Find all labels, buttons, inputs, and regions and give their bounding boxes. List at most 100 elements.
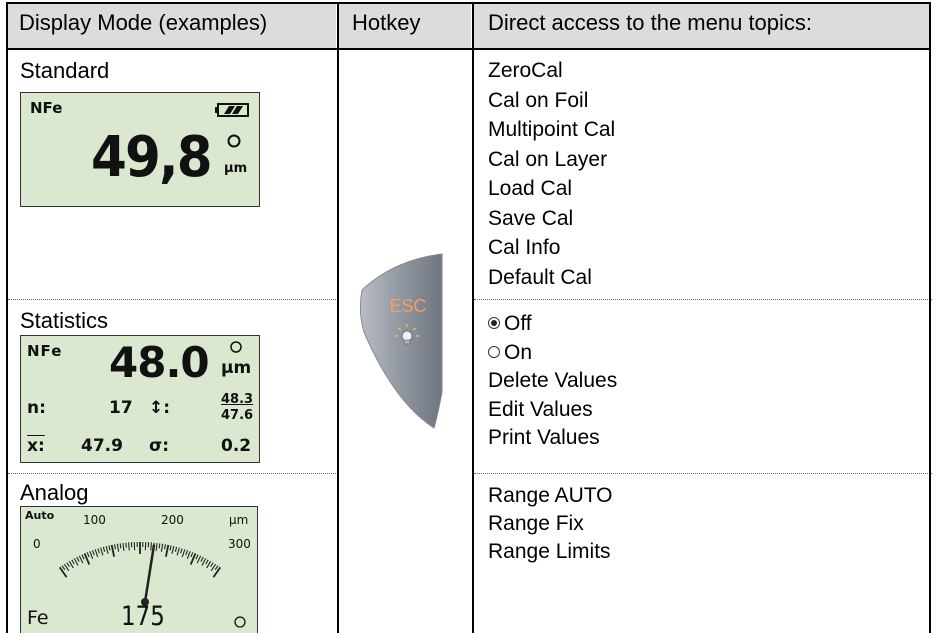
menu-item-edit-values[interactable]: Edit Values (488, 396, 617, 425)
lcd-min-value: 47.6 (221, 408, 254, 423)
gauge-tick (190, 552, 194, 558)
menu-item-zerocal[interactable]: ZeroCal (488, 56, 615, 86)
status-circle-icon (234, 616, 246, 628)
menu-item-save-cal[interactable]: Save Cal (488, 204, 615, 234)
standard-lcd-display: NFe 49,8 µm (20, 92, 260, 207)
gauge-tick (122, 542, 125, 552)
status-circle-icon (230, 341, 242, 353)
gauge-tick (210, 562, 214, 568)
col-divider-1 (337, 2, 339, 633)
menu-item-load-cal[interactable]: Load Cal (488, 174, 615, 204)
gauge-tick (200, 556, 204, 562)
gauge-tick (176, 547, 180, 556)
gauge-tick (195, 554, 199, 560)
gauge-tick (78, 555, 84, 564)
esc-hotkey-button[interactable]: ESC (354, 252, 450, 432)
header-hotkey: Hotkey (352, 10, 421, 35)
gauge-tick (158, 543, 161, 549)
gauge-tick (128, 542, 130, 551)
lcd-unit: µm (224, 161, 248, 176)
gauge-tick (180, 548, 183, 554)
lcd-sigma-value: 0.2 (221, 436, 252, 456)
statistics-lcd-display: NFe 48.0 µm n: 17 ↕: 48.3 47.6 x: 47.9 σ… (20, 335, 260, 463)
menu-item-range-auto[interactable]: Range AUTO (488, 482, 613, 510)
gauge-needle (143, 544, 156, 603)
gauge-tick (102, 546, 106, 552)
mode-statistics-title: Statistics (20, 308, 109, 333)
menu-item-multipoint-cal[interactable]: Multipoint Cal (488, 115, 615, 145)
standard-menu-list: ZeroCal Cal on Foil Multipoint Cal Cal o… (488, 56, 615, 292)
gauge-tick (185, 550, 189, 556)
lcd-range-symbol: ↕: (149, 398, 171, 418)
lcd-mean-value: 47.9 (81, 436, 123, 456)
lcd-max-value: 48.3 (221, 392, 254, 407)
menu-item-range-limits[interactable]: Range Limits (488, 538, 613, 566)
lcd-material-label: NFe (27, 342, 63, 360)
mode-standard-title: Standard (20, 58, 110, 83)
statistics-menu-list: Off On Delete Values Edit Values Print V… (488, 310, 617, 453)
gauge-tick (155, 542, 158, 552)
row-divider-1 (8, 299, 338, 300)
gauge-tick (214, 565, 219, 571)
analog-menu-list: Range AUTO Range Fix Range Limits (488, 482, 613, 566)
display-mode-table: Display Mode (examples) Hotkey Direct ac… (0, 0, 937, 633)
radio-unselected-icon[interactable] (488, 345, 500, 358)
menu-item-statistics-on[interactable]: On (488, 339, 617, 368)
gauge-tick (150, 542, 152, 551)
lcd-unit: µm (221, 358, 252, 378)
gauge-tick (61, 565, 66, 571)
menu-item-statistics-off[interactable]: Off (488, 310, 617, 339)
menu-item-range-fix[interactable]: Range Fix (488, 510, 613, 538)
status-circle-icon (227, 134, 241, 148)
gauge-tick (89, 551, 94, 559)
gauge-tick (94, 549, 99, 558)
menu-item-print-values[interactable]: Print Values (488, 424, 617, 453)
gauge-tick (205, 559, 209, 565)
gauge-tick (97, 548, 100, 554)
gauge-tick (66, 562, 70, 568)
header-bottom-border (6, 48, 931, 50)
gauge-tick (181, 549, 186, 558)
gauge-tick (108, 545, 111, 551)
lcd-analog-value: 175 (121, 601, 165, 632)
menu-item-cal-on-foil[interactable]: Cal on Foil (488, 86, 615, 116)
gauge-tick (105, 546, 109, 555)
left-border (6, 2, 8, 633)
gauge-tick (169, 545, 172, 551)
battery-icon (215, 103, 249, 117)
gauge-tick (91, 550, 95, 556)
right-border (929, 2, 931, 633)
esc-label: ESC (389, 296, 426, 316)
lcd-material-label: Fe (27, 607, 49, 629)
radio-selected-icon[interactable] (488, 317, 500, 330)
lcd-count-value: 17 (109, 398, 133, 418)
gauge-tick (160, 543, 164, 552)
gauge-tick (119, 543, 122, 549)
gauge-tick (196, 555, 202, 564)
lcd-sigma-label: σ: (149, 436, 170, 456)
gauge-tick (171, 546, 175, 555)
row-divider-2b (474, 473, 932, 474)
lcd-material-label: NFe (30, 99, 63, 117)
gauge-tick (113, 544, 116, 550)
gauge-tick (81, 554, 85, 560)
lcd-mean-label: x: (27, 436, 45, 456)
gauge-tick (110, 544, 115, 557)
menu-item-delete-values[interactable]: Delete Values (488, 367, 617, 396)
gauge-tick (212, 566, 222, 578)
gauge-tick (86, 552, 90, 558)
gauge-tick (186, 551, 191, 559)
gauge-tick (76, 556, 80, 562)
col-divider-2 (472, 2, 474, 633)
analog-lcd-display: Auto 100 200 µm 0 300 Fe 175 (20, 506, 258, 633)
gauge-tick (100, 547, 104, 556)
menu-item-default-cal[interactable]: Default Cal (488, 263, 615, 293)
row-divider-2 (8, 473, 338, 474)
gauge-tick (71, 559, 75, 565)
gauge-tick (164, 544, 167, 550)
menu-item-cal-on-layer[interactable]: Cal on Layer (488, 145, 615, 175)
header-display-mode: Display Mode (examples) (19, 10, 268, 35)
header-menu-topics: Direct access to the menu topics: (488, 10, 813, 35)
menu-item-cal-info[interactable]: Cal Info (488, 233, 615, 263)
lcd-thickness-value: 48.0 (109, 338, 210, 387)
